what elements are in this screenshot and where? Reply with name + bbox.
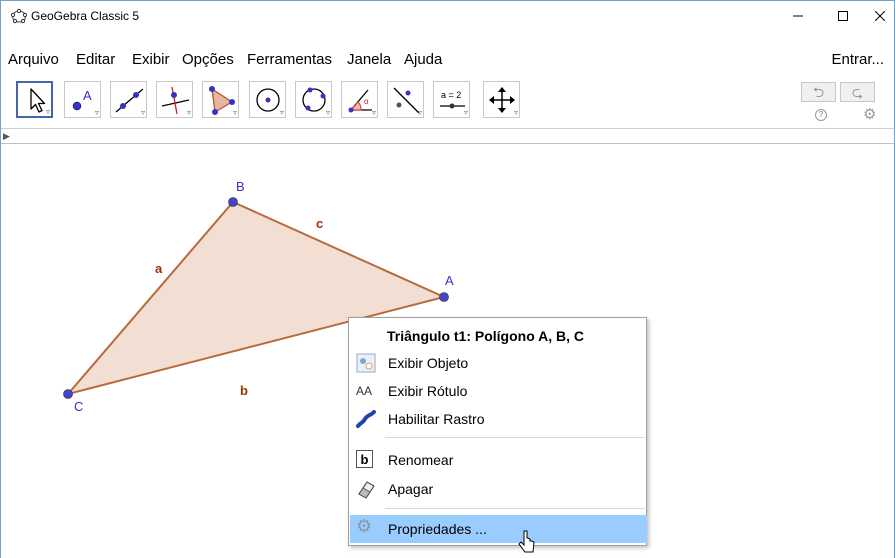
- move-graphics-view-tool-button[interactable]: ▿: [483, 81, 520, 118]
- menu-bar: Arquivo Editar Exibir Opções Ferramentas…: [1, 48, 894, 72]
- menu-item-label: Exibir Objeto: [388, 355, 469, 371]
- close-button[interactable]: [858, 1, 895, 31]
- undo-button[interactable]: ⮌: [801, 82, 836, 102]
- move-tool-button[interactable]: ▿: [16, 81, 53, 118]
- redo-button[interactable]: ⮎: [840, 82, 875, 102]
- eraser-icon: [358, 481, 375, 499]
- menu-editar[interactable]: Editar: [76, 51, 115, 68]
- polygon-tool-button[interactable]: ▿: [202, 81, 239, 118]
- window-title: GeoGebra Classic 5: [31, 9, 140, 23]
- menu-separator: [385, 508, 645, 509]
- show-label-icon: AA: [356, 384, 373, 398]
- segment-label-c: c: [316, 216, 324, 231]
- geogebra-logo-icon: [11, 8, 27, 24]
- menu-item-apagar[interactable]: Apagar: [350, 475, 647, 503]
- svg-text:α: α: [364, 97, 369, 106]
- menu-exibir[interactable]: Exibir: [132, 51, 170, 68]
- gear-icon: ⚙: [356, 516, 373, 536]
- tool-dropdown-icon: ▿: [279, 108, 284, 117]
- toolbar: ▿ A ▿ ▿ ▿ ▿ ▿ ▿ α ▿ ▿ a = 2 ▿ ▿: [1, 81, 894, 125]
- maximize-icon: [838, 11, 848, 21]
- algebra-expander-bar[interactable]: ▶: [1, 128, 894, 144]
- segment-label-a: a: [155, 261, 163, 276]
- context-menu-title: Triângulo t1: Polígono A, B, C: [387, 328, 585, 344]
- context-menu: Triângulo t1: Polígono A, B, C Exibir Ob…: [348, 317, 647, 546]
- tool-dropdown-icon: ▿: [417, 108, 422, 117]
- circle-center-point-tool-button[interactable]: ▿: [249, 81, 286, 118]
- rename-icon: b: [356, 450, 373, 468]
- tool-dropdown-icon: ▿: [513, 108, 518, 117]
- expand-arrow-icon[interactable]: ▶: [3, 131, 10, 142]
- point-tool-label: A: [83, 88, 92, 103]
- app-window: GeoGebra Classic 5 Arquivo Editar Exibir…: [0, 0, 895, 558]
- segment-label-b: b: [240, 383, 248, 398]
- mouse-cursor-icon: [518, 530, 535, 553]
- line-tool-button[interactable]: ▿: [110, 81, 147, 118]
- reflect-tool-button[interactable]: ▿: [387, 81, 424, 118]
- login-link[interactable]: Entrar...: [831, 51, 884, 68]
- tool-dropdown-icon: ▿: [186, 108, 191, 117]
- close-icon: [875, 11, 885, 21]
- menu-item-label: Propriedades ...: [388, 521, 487, 537]
- point-label-a: A: [445, 273, 454, 288]
- tool-dropdown-icon: ▿: [232, 108, 237, 117]
- menu-item-label: Habilitar Rastro: [388, 411, 485, 427]
- minimize-button[interactable]: [776, 1, 820, 31]
- undo-icon: ⮌: [812, 84, 825, 100]
- menu-ferramentas[interactable]: Ferramentas: [247, 51, 332, 68]
- menu-arquivo[interactable]: Arquivo: [8, 51, 59, 68]
- point-label-c: C: [74, 399, 84, 414]
- menu-item-habilitar-rastro[interactable]: Habilitar Rastro: [350, 405, 647, 433]
- slider-tool-label: a = 2: [441, 90, 461, 100]
- title-bar: GeoGebra Classic 5: [1, 1, 894, 31]
- menu-item-propriedades[interactable]: ⚙ Propriedades ...: [350, 515, 647, 543]
- menu-item-exibir-objeto[interactable]: Exibir Objeto: [350, 349, 647, 377]
- tool-dropdown-icon: ▿: [94, 108, 99, 117]
- menu-item-label: Renomear: [388, 452, 454, 468]
- tool-dropdown-icon: ▿: [371, 108, 376, 117]
- point-a[interactable]: [439, 292, 449, 302]
- tool-dropdown-icon: ▿: [463, 108, 468, 117]
- point-c[interactable]: [63, 389, 73, 399]
- point-b[interactable]: [228, 197, 238, 207]
- trace-icon: [356, 410, 376, 428]
- menu-janela[interactable]: Janela: [347, 51, 391, 68]
- point-tool-button[interactable]: A ▿: [64, 81, 101, 118]
- angle-tool-button[interactable]: α ▿: [341, 81, 378, 118]
- tool-dropdown-icon: ▿: [140, 108, 145, 117]
- menu-opcoes[interactable]: Opções: [182, 51, 234, 68]
- menu-item-exibir-rotulo[interactable]: AA Exibir Rótulo: [350, 377, 647, 405]
- menu-ajuda[interactable]: Ajuda: [404, 51, 442, 68]
- tool-dropdown-icon: ▿: [45, 107, 50, 116]
- menu-item-label: Apagar: [388, 481, 434, 497]
- tool-dropdown-icon: ▿: [325, 108, 330, 117]
- settings-gear-icon[interactable]: ⚙: [863, 105, 876, 123]
- circle-three-points-tool-button[interactable]: ▿: [295, 81, 332, 118]
- perpendicular-line-tool-button[interactable]: ▿: [156, 81, 193, 118]
- menu-item-label: Exibir Rótulo: [388, 383, 468, 399]
- slider-tool-button[interactable]: a = 2 ▿: [433, 81, 470, 118]
- minimize-icon: [793, 15, 803, 17]
- menu-item-renomear[interactable]: b Renomear: [350, 446, 647, 474]
- point-label-b: B: [236, 179, 245, 194]
- help-button[interactable]: ?: [815, 109, 827, 121]
- show-object-icon: [356, 353, 376, 373]
- redo-icon: ⮎: [851, 84, 864, 100]
- menu-separator: [385, 437, 645, 438]
